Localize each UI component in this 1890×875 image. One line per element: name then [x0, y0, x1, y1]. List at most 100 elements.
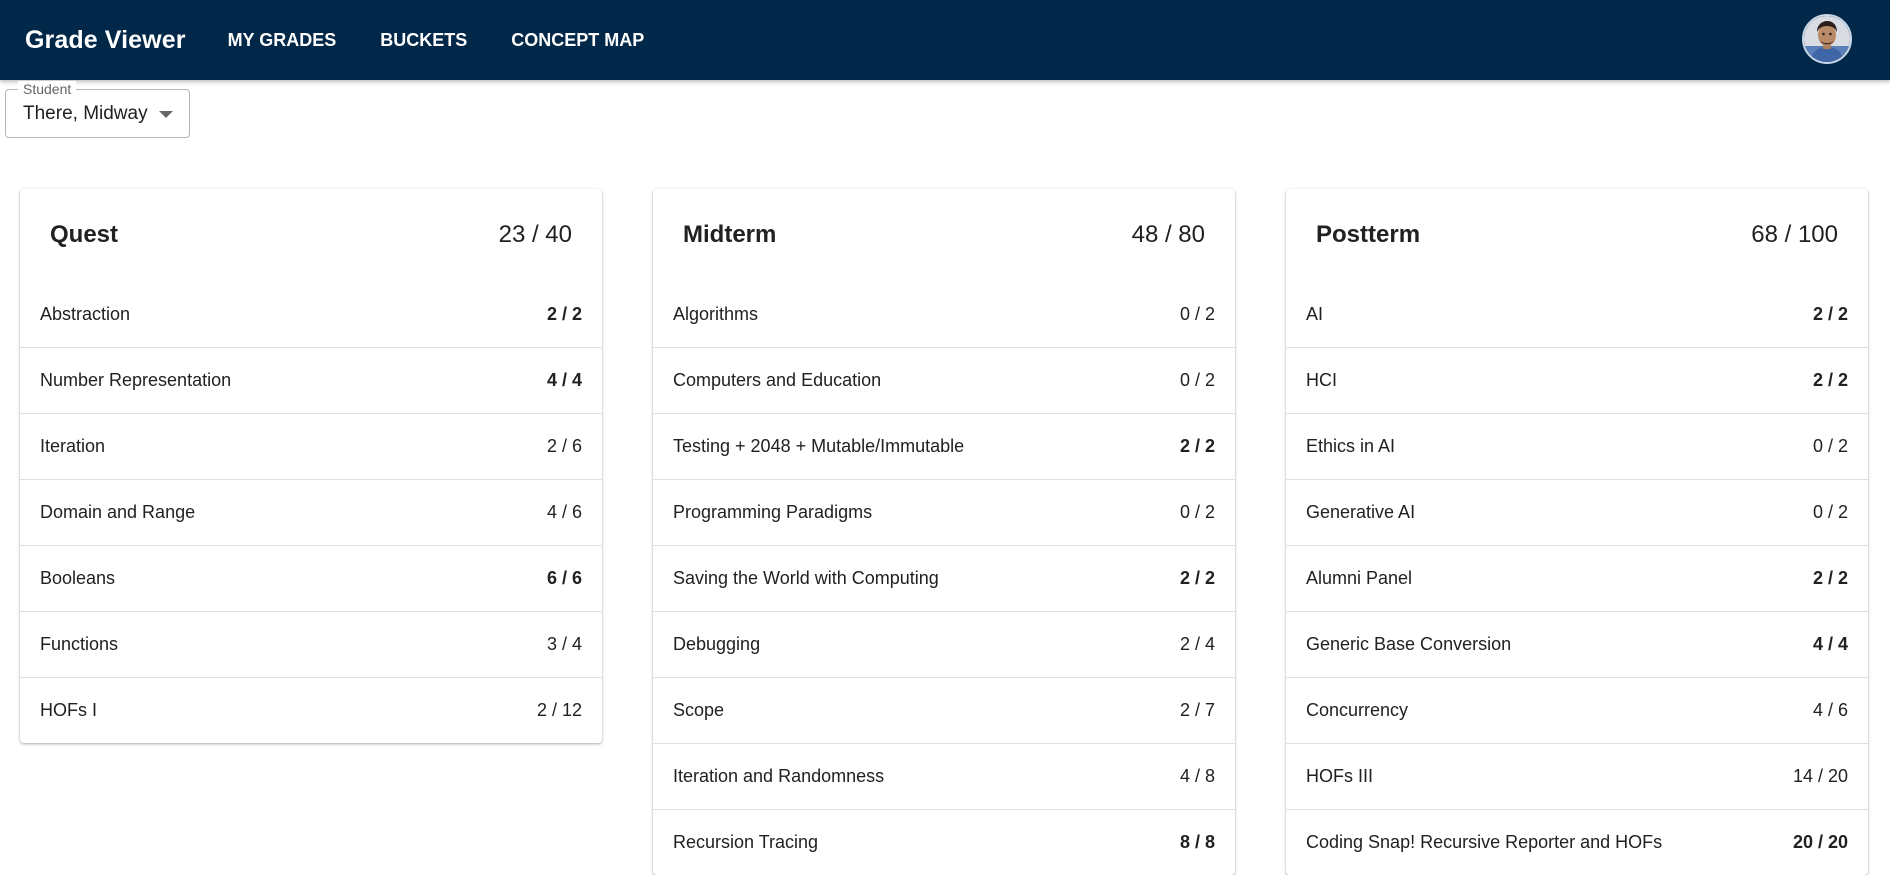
list-item[interactable]: HOFs III 14 / 20 — [1286, 743, 1868, 809]
card-title: Midterm — [683, 221, 777, 248]
card-title: Quest — [50, 221, 119, 248]
list-item-label: Saving the World with Computing — [673, 568, 939, 588]
card-score: 48 / 80 — [1131, 221, 1205, 248]
list-item-label: HOFs I — [40, 700, 97, 720]
list-item-score: 2 / 2 — [1812, 303, 1848, 324]
card-rows: Algorithms 0 / 2 Computers and Education 0 … — [653, 281, 1235, 875]
user-avatar[interactable] — [1802, 14, 1852, 64]
list-item[interactable]: Algorithms 0 / 2 — [653, 281, 1235, 347]
list-item[interactable]: HOFs I 2 / 12 — [20, 677, 602, 743]
list-item-score: 0 / 2 — [1179, 303, 1215, 324]
list-item[interactable]: Coding Snap! Recursive Reporter and HOFs… — [1286, 809, 1868, 875]
list-item-score: 6 / 6 — [546, 568, 582, 588]
list-item[interactable]: Domain and Range 4 / 6 — [20, 479, 602, 545]
card-header: Postterm 68 / 100 — [1286, 189, 1868, 281]
list-item[interactable]: Debugging 2 / 4 — [653, 611, 1235, 677]
caret-down-icon — [159, 111, 173, 118]
list-item-label: Alumni Panel — [1306, 568, 1413, 588]
list-item[interactable]: Ethics in AI 0 / 2 — [1286, 413, 1868, 479]
list-item[interactable]: Iteration 2 / 6 — [20, 413, 602, 479]
list-item-label: Testing + 2048 + Mutable/Immutable — [673, 436, 965, 456]
nav-concept-map[interactable]: CONCEPT MAP — [489, 0, 666, 80]
list-item[interactable]: Number Representation 4 / 4 — [20, 347, 602, 413]
list-item[interactable]: AI 2 / 2 — [1286, 281, 1868, 347]
list-item-label: Generative AI — [1306, 502, 1416, 522]
card-title: Postterm — [1316, 221, 1421, 248]
midterm-card: Midterm 48 / 80 Algorithms 0 / 2 Computers… — [653, 189, 1235, 875]
student-select-label: Student — [18, 81, 77, 97]
list-item-score: 2 / 2 — [1812, 568, 1848, 588]
card-header: Midterm 48 / 80 — [653, 189, 1235, 281]
card-score: 23 / 40 — [498, 221, 572, 248]
list-item[interactable]: HCI 2 / 2 — [1286, 347, 1868, 413]
list-item[interactable]: Alumni Panel 2 / 2 — [1286, 545, 1868, 611]
student-select[interactable]: Student There, Midway — [5, 81, 190, 138]
list-item-label: Debugging — [673, 634, 761, 654]
list-item[interactable]: Iteration and Randomness 4 / 8 — [653, 743, 1235, 809]
list-item-label: Domain and Range — [40, 502, 196, 522]
list-item-label: HOFs III — [1306, 766, 1373, 786]
list-item-score: 2 / 6 — [546, 436, 582, 456]
list-item[interactable]: Saving the World with Computing 2 / 2 — [653, 545, 1235, 611]
list-item-label: Ethics in AI — [1306, 436, 1396, 456]
list-item-label: Iteration and Randomness — [673, 766, 885, 786]
nav-my-grades[interactable]: MY GRADES — [206, 0, 359, 80]
list-item-label: HCI — [1306, 370, 1337, 390]
list-item-score: 2 / 2 — [1179, 568, 1215, 588]
list-item-score: 0 / 2 — [1179, 370, 1215, 390]
app-bar: Grade Viewer MY GRADES BUCKETS CONCEPT M… — [0, 0, 1890, 80]
list-item-score: 2 / 7 — [1179, 700, 1215, 720]
list-item-score: 14 / 20 — [1792, 766, 1848, 786]
list-item-score: 8 / 8 — [1179, 832, 1215, 852]
list-item[interactable]: Generative AI 0 / 2 — [1286, 479, 1868, 545]
list-item[interactable]: Concurrency 4 / 6 — [1286, 677, 1868, 743]
quest-card: Quest 23 / 40 Abstraction 2 / 2 Number Rep… — [20, 189, 602, 743]
list-item-score: 4 / 4 — [1812, 634, 1848, 654]
list-item-score: 2 / 2 — [1179, 436, 1215, 456]
card-rows: Abstraction 2 / 2 Number Representation 4 /… — [20, 281, 602, 743]
list-item[interactable]: Recursion Tracing 8 / 8 — [653, 809, 1235, 875]
list-item[interactable]: Scope 2 / 7 — [653, 677, 1235, 743]
list-item-label: Algorithms — [673, 303, 759, 324]
list-item-score: 0 / 2 — [1179, 502, 1215, 522]
nav-buckets[interactable]: BUCKETS — [358, 0, 489, 80]
list-item-score: 0 / 2 — [1812, 502, 1848, 522]
list-item-label: Functions — [40, 634, 119, 654]
list-item[interactable]: Computers and Education 0 / 2 — [653, 347, 1235, 413]
list-item-label: Recursion Tracing — [673, 832, 819, 852]
list-item-score: 0 / 2 — [1812, 436, 1848, 456]
card-rows: AI 2 / 2 HCI 2 / 2 Ethics in AI 0 / 2 Generati… — [1286, 281, 1868, 875]
list-item[interactable]: Booleans 6 / 6 — [20, 545, 602, 611]
list-item-score: 4 / 8 — [1179, 766, 1215, 786]
card-header: Quest 23 / 40 — [20, 189, 602, 281]
list-item-score: 2 / 12 — [536, 700, 582, 720]
list-item-label: Scope — [673, 700, 725, 720]
list-item[interactable]: Programming Paradigms 0 / 2 — [653, 479, 1235, 545]
list-item-label: Iteration — [40, 436, 106, 456]
list-item-score: 2 / 4 — [1179, 634, 1215, 654]
list-item-score: 4 / 6 — [1812, 700, 1848, 720]
list-item-score: 3 / 4 — [546, 634, 582, 654]
list-item[interactable]: Testing + 2048 + Mutable/Immutable 2 / 2 — [653, 413, 1235, 479]
card-score: 68 / 100 — [1751, 221, 1838, 248]
list-item-label: Abstraction — [40, 303, 131, 324]
list-item[interactable]: Generic Base Conversion 4 / 4 — [1286, 611, 1868, 677]
list-item-score: 20 / 20 — [1792, 832, 1848, 852]
list-item-label: AI — [1306, 303, 1324, 324]
postterm-card: Postterm 68 / 100 AI 2 / 2 HCI 2 / 2 Ethics … — [1286, 189, 1868, 875]
list-item-label: Computers and Education — [673, 370, 882, 390]
list-item-label: Coding Snap! Recursive Reporter and HOFs — [1306, 832, 1663, 852]
list-item-label: Programming Paradigms — [673, 502, 873, 522]
list-item-label: Generic Base Conversion — [1306, 634, 1512, 654]
main-nav: MY GRADES BUCKETS CONCEPT MAP — [206, 0, 667, 80]
app-title[interactable]: Grade Viewer — [25, 26, 186, 55]
student-select-value: There, Midway — [23, 103, 148, 124]
list-item[interactable]: Functions 3 / 4 — [20, 611, 602, 677]
list-item-score: 4 / 4 — [546, 370, 582, 390]
list-item[interactable]: Abstraction 2 / 2 — [20, 281, 602, 347]
list-item-label: Concurrency — [1306, 700, 1409, 720]
avatar-image — [1804, 16, 1850, 62]
list-item-label: Number Representation — [40, 370, 232, 390]
list-item-score: 4 / 6 — [546, 502, 582, 522]
list-item-label: Booleans — [40, 568, 116, 588]
